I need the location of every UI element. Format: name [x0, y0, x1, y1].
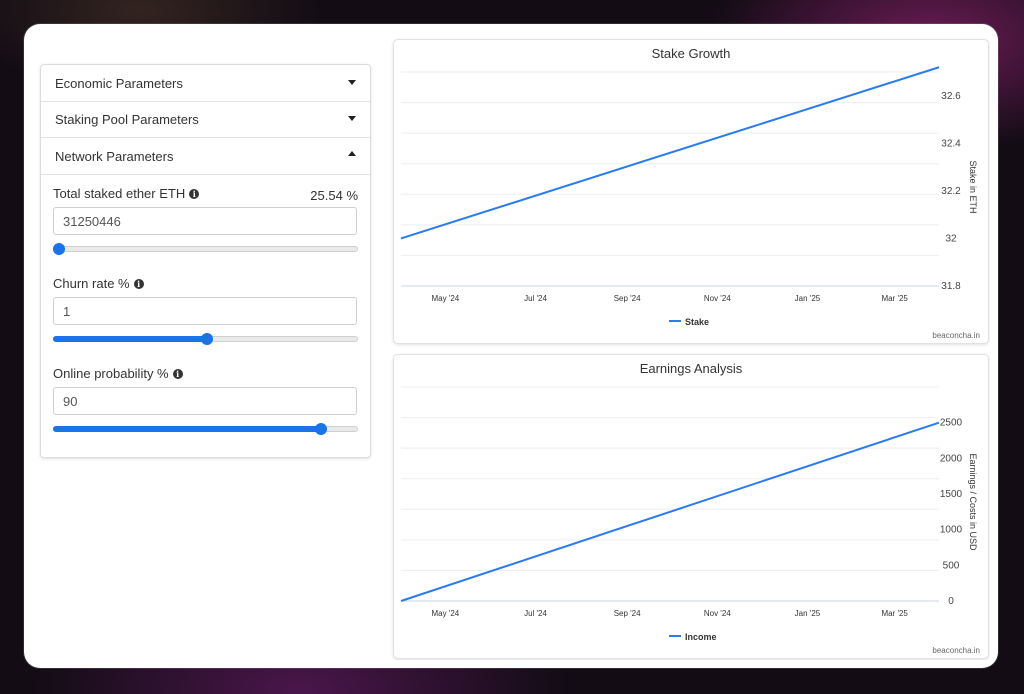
y-tick-label: 2000 [940, 453, 963, 464]
slider-track [53, 246, 358, 252]
x-tick-label: Sep '24 [614, 294, 641, 303]
caret-down-icon [348, 116, 356, 121]
online-probability-slider[interactable] [53, 423, 358, 435]
y-tick-label: 32.4 [941, 138, 961, 149]
slider-thumb[interactable] [201, 333, 214, 345]
y-tick-label: 1500 [940, 489, 963, 500]
total-staked-slider[interactable] [53, 243, 358, 255]
x-tick-label: May '24 [431, 609, 459, 618]
slider-fill [53, 426, 322, 432]
y-tick-label: 1000 [940, 525, 963, 536]
info-icon[interactable]: i [172, 369, 183, 379]
total-staked-input[interactable] [53, 207, 357, 235]
chart-credit[interactable]: beaconcha.in [932, 331, 980, 340]
earnings-analysis-chart: 0 500 1000 1500 2000 2500 May '24 Jul '24 Sep '2… [400, 386, 978, 642]
total-staked-label: Total staked ether ETH i [53, 186, 200, 201]
y-tick-label: 500 [943, 560, 960, 571]
accordion-header-economic[interactable]: Economic Parameters [41, 65, 370, 102]
slider-fill [53, 336, 208, 342]
total-staked-percent: 25.54 % [310, 188, 358, 203]
chart-credit[interactable]: beaconcha.in [932, 646, 980, 655]
series-line [400, 421, 940, 602]
churn-rate-input[interactable] [53, 297, 357, 325]
series-line [400, 66, 940, 240]
online-probability-label: Online probability % i [53, 366, 183, 381]
parameters-accordion: Economic Parameters Staking Pool Paramet… [40, 64, 371, 458]
x-tick-label: Jan '25 [795, 609, 821, 618]
y-tick-label: 31.8 [941, 281, 961, 292]
x-tick-label: Mar '25 [881, 609, 908, 618]
x-tick-label: Mar '25 [881, 294, 908, 303]
legend-label: Income [685, 632, 717, 642]
x-tick-label: Nov '24 [704, 294, 731, 303]
total-staked-label-text: Total staked ether ETH [53, 186, 186, 201]
accordion-header-label: Staking Pool Parameters [55, 112, 199, 127]
x-tick-label: Nov '24 [704, 609, 731, 618]
slider-thumb[interactable] [53, 243, 66, 255]
caret-up-icon [348, 151, 356, 156]
churn-rate-label: Churn rate % i [53, 276, 144, 291]
online-probability-label-text: Online probability % [53, 366, 169, 381]
x-tick-label: Jul '24 [524, 294, 547, 303]
churn-rate-slider[interactable] [53, 333, 358, 345]
chart-title: Stake Growth [651, 46, 731, 61]
y-tick-label: 32.6 [941, 91, 961, 102]
info-icon[interactable]: i [189, 189, 200, 199]
accordion-header-label: Network Parameters [55, 149, 174, 164]
y-tick-label: 0 [948, 596, 954, 607]
y-tick-label: 2500 [940, 418, 963, 429]
y-tick-label: 32 [945, 233, 957, 244]
app-screen: Economic Parameters Staking Pool Paramet… [32, 32, 990, 660]
info-icon[interactable]: i [133, 279, 144, 289]
y-axis-title: Stake in ETH [968, 160, 978, 213]
x-tick-label: Sep '24 [614, 609, 641, 618]
x-tick-label: Jan '25 [795, 294, 821, 303]
legend-label: Stake [685, 317, 709, 327]
chart-title: Earnings Analysis [639, 361, 743, 376]
slider-thumb[interactable] [315, 423, 328, 435]
churn-rate-label-text: Churn rate % [53, 276, 130, 291]
stake-growth-chart: 31.8 32 32.2 32.4 32.6 May '24 Jul '24 Sep '24 N… [400, 66, 978, 327]
accordion-header-staking-pool[interactable]: Staking Pool Parameters [41, 101, 370, 138]
y-axis-title: Earnings / Costs in USD [968, 453, 978, 551]
accordion-header-network[interactable]: Network Parameters [41, 138, 370, 175]
x-tick-label: May '24 [431, 294, 459, 303]
online-probability-input[interactable] [53, 387, 357, 415]
stake-growth-chart-card: 31.8 32 32.2 32.4 32.6 May '24 Jul '24 Sep '24 N… [393, 39, 989, 344]
y-tick-label: 32.2 [941, 186, 961, 197]
accordion-header-label: Economic Parameters [55, 76, 183, 91]
caret-down-icon [348, 80, 356, 85]
x-tick-label: Jul '24 [524, 609, 547, 618]
earnings-analysis-chart-card: 0 500 1000 1500 2000 2500 May '24 Jul '24 Sep '2… [393, 354, 989, 659]
